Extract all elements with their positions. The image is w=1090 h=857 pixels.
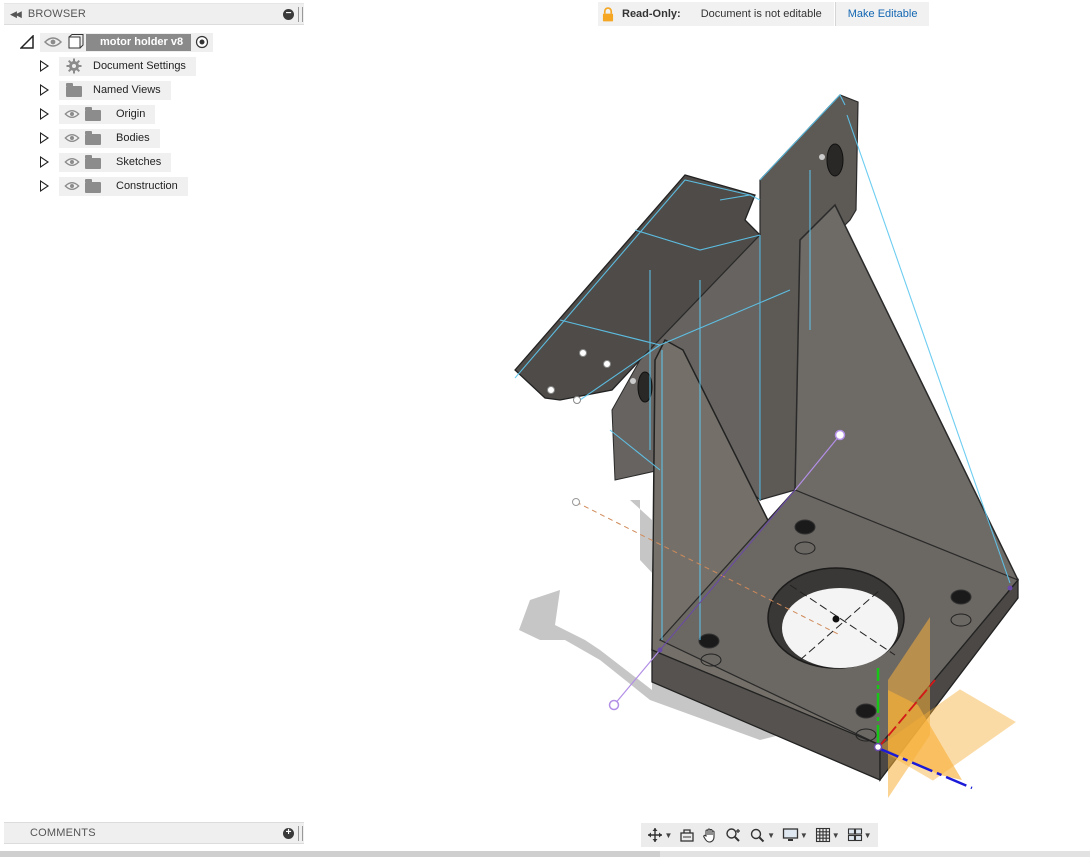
status-strip — [0, 851, 1090, 857]
expand-down-icon[interactable] — [20, 35, 34, 49]
visibility-eye-icon[interactable] — [59, 177, 85, 196]
folder-icon — [85, 154, 101, 169]
component-name[interactable]: motor holder v8 — [86, 33, 192, 51]
expand-right-icon[interactable] — [40, 108, 49, 120]
tree-item-document-settings[interactable]: Document Settings — [40, 56, 196, 76]
browser-header: ◀◀ BROWSER − — [4, 3, 304, 25]
comments-title: COMMENTS — [30, 827, 96, 839]
expand-right-icon[interactable] — [40, 180, 49, 192]
folder-icon — [66, 82, 82, 97]
folder-icon — [85, 178, 101, 193]
tree-item-label: Construction — [116, 180, 178, 192]
readonly-message: Document is not editable — [700, 8, 822, 20]
expand-right-icon[interactable] — [40, 84, 49, 96]
browser-root-row[interactable]: motor holder v8 — [20, 32, 214, 52]
tree-item-sketches[interactable]: Sketches — [40, 152, 172, 172]
tree-item-bodies[interactable]: Bodies — [40, 128, 160, 148]
readonly-banner: Read-Only: Document is not editable Make… — [598, 2, 930, 26]
expand-right-icon[interactable] — [40, 132, 49, 144]
lock-icon — [602, 6, 614, 21]
3d-viewport[interactable] — [305, 26, 1090, 821]
browser-title: BROWSER — [27, 8, 87, 20]
gear-icon — [63, 58, 85, 74]
visibility-eye-icon[interactable] — [59, 105, 85, 124]
look-at-icon[interactable] — [679, 827, 695, 843]
browser-collapse-toggle[interactable]: − — [283, 9, 294, 20]
viewports-icon[interactable]: ▼ — [847, 827, 872, 843]
navigation-toolbar: ▼ ▼ ▼ ▼ ▼ — [641, 823, 878, 847]
tree-item-label: Document Settings — [93, 60, 186, 72]
folder-icon — [85, 106, 101, 121]
orbit-icon[interactable]: ▼ — [647, 827, 672, 843]
collapse-browser-icon[interactable]: ◀◀ — [10, 9, 22, 20]
browser-panel: ◀◀ BROWSER − motor holder v8 Document Se… — [0, 0, 305, 200]
zoom-icon[interactable] — [725, 827, 742, 843]
folder-icon — [85, 130, 101, 145]
visibility-eye-icon[interactable] — [59, 153, 85, 172]
comments-expand-toggle[interactable]: + — [283, 828, 294, 839]
component-icon — [68, 34, 84, 49]
grid-icon[interactable]: ▼ — [815, 827, 840, 843]
expand-right-icon[interactable] — [40, 156, 49, 168]
tree-item-label: Named Views — [93, 84, 161, 96]
tree-item-origin[interactable]: Origin — [40, 104, 156, 124]
tree-item-label: Origin — [116, 108, 146, 120]
display-settings-icon[interactable]: ▼ — [782, 827, 808, 843]
fit-icon[interactable]: ▼ — [749, 827, 775, 843]
make-editable-button[interactable]: Make Editable — [834, 2, 930, 26]
activate-radio-icon[interactable] — [191, 35, 213, 49]
tree-item-named-views[interactable]: Named Views — [40, 80, 171, 100]
tree-item-construction[interactable]: Construction — [40, 176, 188, 196]
pan-icon[interactable] — [702, 827, 718, 843]
visibility-eye-icon[interactable] — [59, 129, 85, 148]
browser-grip-handle[interactable] — [298, 7, 303, 22]
comments-header: COMMENTS + — [4, 822, 304, 844]
tree-item-label: Bodies — [116, 132, 150, 144]
motor-hole-through — [782, 588, 898, 668]
readonly-label: Read-Only: — [622, 8, 681, 20]
tree-item-label: Sketches — [116, 156, 162, 168]
expand-right-icon[interactable] — [40, 60, 49, 72]
visibility-eye-icon[interactable] — [40, 33, 66, 52]
comments-panel: COMMENTS + — [0, 822, 305, 846]
comments-grip-handle[interactable] — [298, 826, 303, 841]
